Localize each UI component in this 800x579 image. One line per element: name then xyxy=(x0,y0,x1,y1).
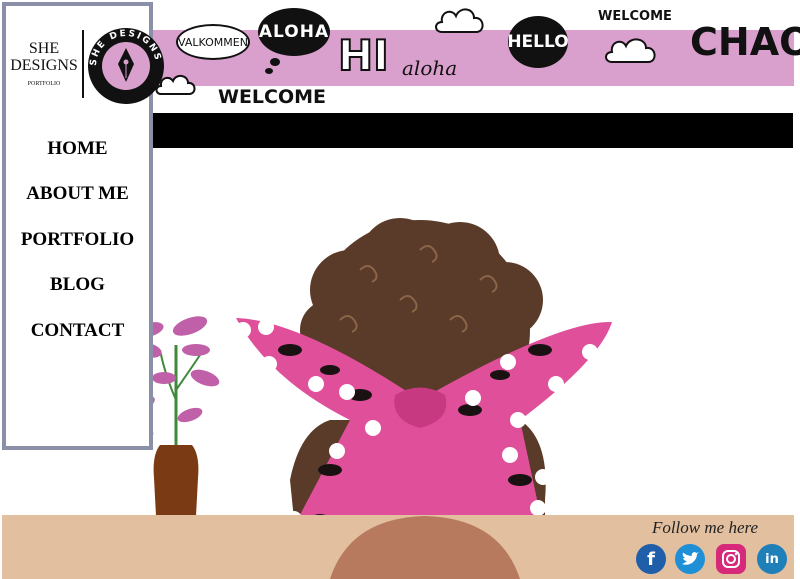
logo-divider xyxy=(82,30,84,98)
character-neck xyxy=(330,516,520,579)
logo-wordmark: SHE DESIGNS xyxy=(10,40,78,74)
nav-contact[interactable]: CONTACT xyxy=(6,320,149,342)
logo-subtitle: PORTFOLIO xyxy=(27,81,61,87)
nav-portfolio[interactable]: PORTFOLIO xyxy=(6,229,149,251)
twitter-icon[interactable] xyxy=(675,544,705,574)
nav-home[interactable]: HOME xyxy=(6,138,149,160)
follow-label: Follow me here xyxy=(651,518,759,537)
nav-blog[interactable]: BLOG xyxy=(6,274,149,296)
camera-glyph xyxy=(722,550,740,568)
instagram-icon[interactable] xyxy=(716,544,746,574)
bird-glyph xyxy=(682,551,699,565)
nav-about-me[interactable]: ABOUT ME xyxy=(6,183,149,205)
logo-badge: SHE DESIGNS xyxy=(88,28,164,104)
linkedin-icon[interactable]: in xyxy=(757,544,787,574)
facebook-icon[interactable]: f xyxy=(636,544,666,574)
